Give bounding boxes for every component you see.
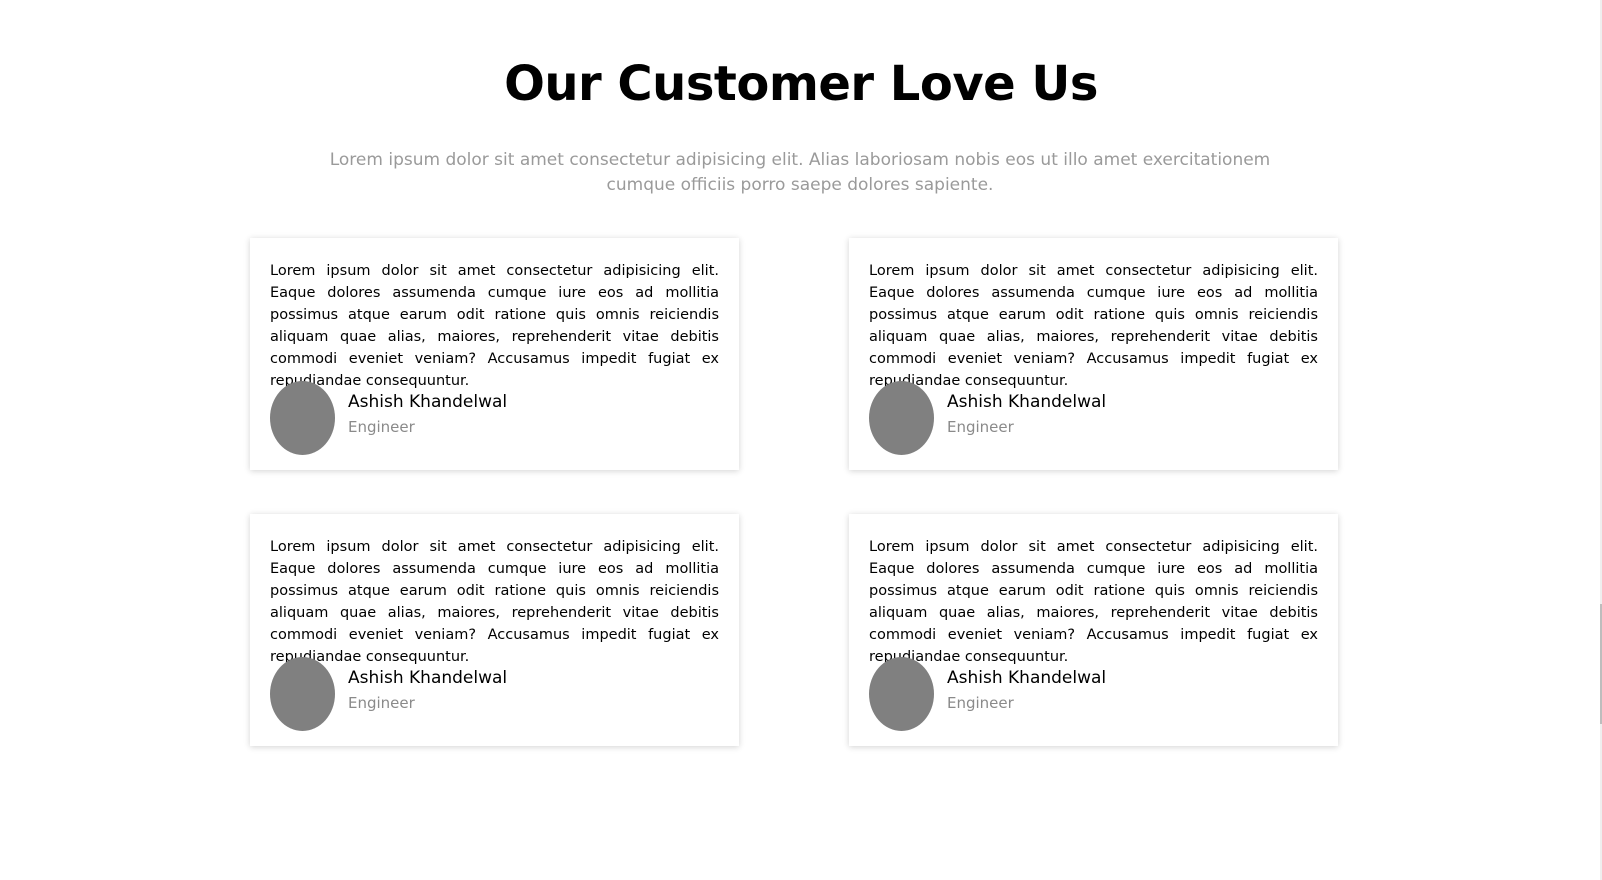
testimonial-text: Lorem ipsum dolor sit amet consectetur a… <box>869 539 1318 665</box>
author-role: Engineer <box>348 418 415 436</box>
testimonial-author: Ashish Khandelwal Engineer <box>270 657 507 731</box>
section-subtitle: Lorem ipsum dolor sit amet consectetur a… <box>329 150 1271 195</box>
author-role: Engineer <box>947 418 1014 436</box>
avatar <box>270 657 335 731</box>
testimonial-card: Lorem ipsum dolor sit amet consectetur a… <box>250 514 739 746</box>
section-title: Our Customer Love Us <box>504 56 1098 112</box>
author-info: Ashish Khandelwal Engineer <box>348 667 507 713</box>
avatar <box>270 381 335 455</box>
author-name: Ashish Khandelwal <box>947 668 1107 688</box>
testimonial-card: Lorem ipsum dolor sit amet consectetur a… <box>250 238 739 470</box>
author-name: Ashish Khandelwal <box>348 392 508 412</box>
avatar <box>869 381 934 455</box>
testimonial-text: Lorem ipsum dolor sit amet consectetur a… <box>270 539 719 665</box>
avatar <box>869 657 934 731</box>
author-role: Engineer <box>348 694 415 712</box>
author-info: Ashish Khandelwal Engineer <box>947 667 1106 713</box>
author-role: Engineer <box>947 694 1014 712</box>
testimonials-page: Our Customer Love Us Lorem ipsum dolor s… <box>0 0 1602 880</box>
testimonial-text: Lorem ipsum dolor sit amet consectetur a… <box>270 263 719 389</box>
author-name: Ashish Khandelwal <box>348 668 508 688</box>
testimonial-text: Lorem ipsum dolor sit amet consectetur a… <box>869 263 1318 389</box>
testimonial-author: Ashish Khandelwal Engineer <box>869 381 1106 455</box>
testimonial-author: Ashish Khandelwal Engineer <box>869 657 1106 731</box>
author-info: Ashish Khandelwal Engineer <box>348 391 507 437</box>
author-info: Ashish Khandelwal Engineer <box>947 391 1106 437</box>
testimonial-card: Lorem ipsum dolor sit amet consectetur a… <box>849 514 1338 746</box>
testimonial-card: Lorem ipsum dolor sit amet consectetur a… <box>849 238 1338 470</box>
testimonial-author: Ashish Khandelwal Engineer <box>270 381 507 455</box>
author-name: Ashish Khandelwal <box>947 392 1107 412</box>
